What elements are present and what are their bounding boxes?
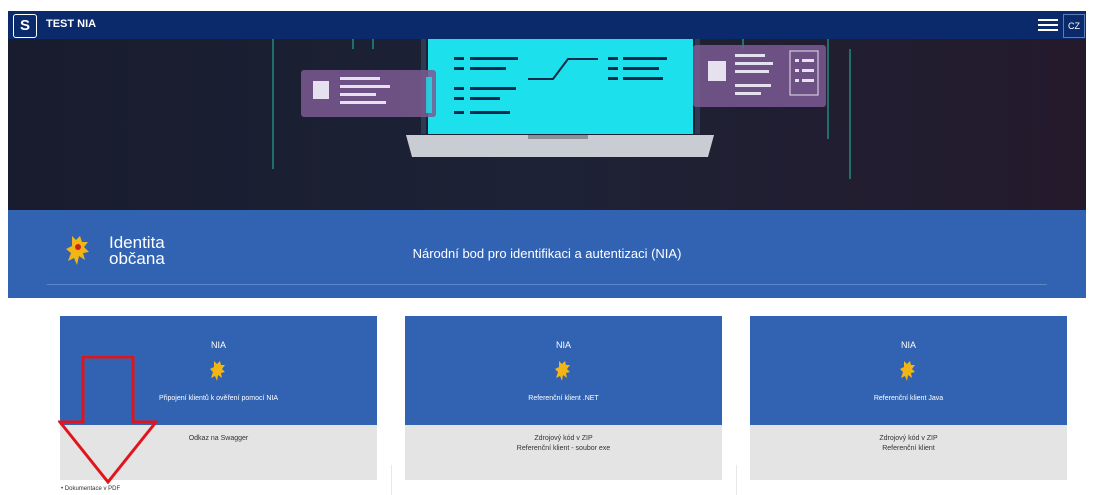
exe-client-link[interactable]: Referenční klient - soubor exe	[405, 444, 722, 454]
pdf-documentation-link[interactable]: • Dokumentace v PDF	[61, 486, 120, 492]
app-title[interactable]: TEST NIA	[46, 18, 96, 30]
card-footer: Zdrojový kód v ZIP Referenční klient - s…	[405, 425, 722, 480]
card-header[interactable]: NIA Referenční klient .NET	[405, 316, 722, 425]
card-java-client: NIA Referenční klient Java Zdrojový kód …	[750, 316, 1067, 494]
menu-icon[interactable]	[1038, 19, 1058, 31]
czech-lion-icon	[900, 361, 915, 381]
java-client-link[interactable]: Referenční klient	[750, 444, 1067, 454]
czech-lion-icon	[555, 361, 570, 381]
zip-source-link[interactable]: Zdrojový kód v ZIP	[405, 434, 722, 444]
column-divider	[736, 465, 737, 495]
card-subtitle: Referenční klient .NET	[528, 395, 599, 402]
app-logo[interactable]: S	[13, 14, 37, 38]
language-button[interactable]: CZ	[1063, 14, 1085, 38]
card-label: NIA	[210, 340, 226, 350]
laptop-illustration	[272, 39, 851, 179]
card-subtitle: Referenční klient Java	[873, 395, 944, 402]
divider	[47, 284, 1047, 285]
page-title: Národní bod pro identifikaci a autentiza…	[412, 246, 682, 261]
card-footer: Zdrojový kód v ZIP Referenční klient	[750, 425, 1067, 480]
czech-lion-icon	[210, 361, 225, 381]
card-header[interactable]: NIA Referenční klient Java	[750, 316, 1067, 425]
annotation-arrow-icon	[58, 356, 158, 484]
card-label: NIA	[555, 340, 571, 350]
identity-band: Identita občana Národní bod pro identifi…	[8, 210, 1086, 298]
card-label: NIA	[900, 340, 916, 350]
hero-banner	[8, 39, 1086, 210]
card-dotnet-client: NIA Referenční klient .NET Zdrojový kód …	[405, 316, 722, 494]
zip-source-link[interactable]: Zdrojový kód v ZIP	[750, 434, 1067, 444]
top-navbar: S TEST NIA CZ	[8, 11, 1086, 39]
column-divider	[391, 465, 392, 495]
